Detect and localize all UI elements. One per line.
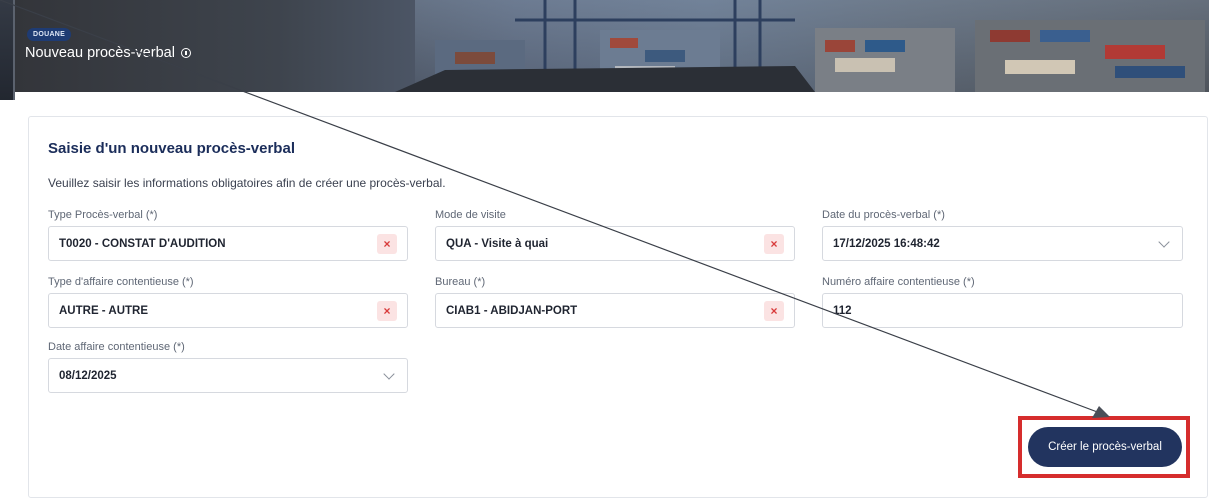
- field-mode-visite: Mode de visite QUA - Visite à quai ×: [435, 209, 795, 261]
- field-label: Numéro affaire contentieuse (*): [822, 276, 975, 288]
- field-date-affaire: Date affaire contentieuse (*) 08/12/2025: [48, 341, 408, 393]
- field-date-pv: Date du procès-verbal (*) 17/12/2025 16:…: [822, 209, 1183, 261]
- select-value: 08/12/2025: [59, 369, 117, 382]
- douane-badge: DOUANE: [27, 28, 72, 41]
- clear-icon[interactable]: ×: [764, 234, 784, 254]
- select-value: T0020 - CONSTAT D'AUDITION: [59, 237, 226, 250]
- left-panel-edge: [0, 0, 15, 100]
- clear-icon[interactable]: ×: [764, 301, 784, 321]
- field-label: Date affaire contentieuse (*): [48, 341, 185, 353]
- chevron-down-icon: [383, 368, 395, 380]
- mode-visite-select[interactable]: QUA - Visite à quai ×: [435, 226, 795, 261]
- page-title-text: Nouveau procès-verbal: [25, 45, 175, 61]
- select-value: QUA - Visite à quai: [446, 237, 549, 250]
- bureau-select[interactable]: CIAB1 - ABIDJAN-PORT ×: [435, 293, 795, 328]
- select-value: 17/12/2025 16:48:42: [833, 237, 940, 250]
- field-label: Bureau (*): [435, 276, 486, 288]
- numero-affaire-input[interactable]: 112: [822, 293, 1183, 328]
- type-pv-select[interactable]: T0020 - CONSTAT D'AUDITION ×: [48, 226, 408, 261]
- port-container-illustration: [395, 0, 1205, 92]
- field-bureau: Bureau (*) CIAB1 - ABIDJAN-PORT ×: [435, 276, 795, 328]
- type-affaire-select[interactable]: AUTRE - AUTRE ×: [48, 293, 408, 328]
- field-label: Type d'affaire contentieuse (*): [48, 276, 194, 288]
- form-title: Saisie d'un nouveau procès-verbal: [48, 140, 295, 157]
- clear-icon[interactable]: ×: [377, 301, 397, 321]
- header-banner: DOUANE Nouveau procès-verbal: [15, 0, 1209, 92]
- info-icon[interactable]: [180, 48, 191, 58]
- select-value: AUTRE - AUTRE: [59, 304, 149, 317]
- field-type-pv: Type Procès-verbal (*) T0020 - CONSTAT D…: [48, 209, 408, 261]
- chevron-down-icon: [1158, 236, 1170, 248]
- form-description: Veuillez saisir les informations obligat…: [48, 176, 446, 190]
- date-affaire-picker[interactable]: 08/12/2025: [48, 358, 408, 393]
- create-pv-button[interactable]: Créer le procès-verbal: [1028, 427, 1182, 467]
- field-label: Date du procès-verbal (*): [822, 209, 945, 221]
- field-label: Mode de visite: [435, 209, 506, 221]
- date-pv-picker[interactable]: 17/12/2025 16:48:42: [822, 226, 1183, 261]
- field-numero-affaire: Numéro affaire contentieuse (*) 112: [822, 276, 1183, 328]
- clear-icon[interactable]: ×: [377, 234, 397, 254]
- input-value: 112: [833, 304, 852, 317]
- page-title: Nouveau procès-verbal: [25, 45, 191, 61]
- field-label: Type Procès-verbal (*): [48, 209, 158, 221]
- field-type-affaire: Type d'affaire contentieuse (*) AUTRE - …: [48, 276, 408, 328]
- select-value: CIAB1 - ABIDJAN-PORT: [446, 304, 578, 317]
